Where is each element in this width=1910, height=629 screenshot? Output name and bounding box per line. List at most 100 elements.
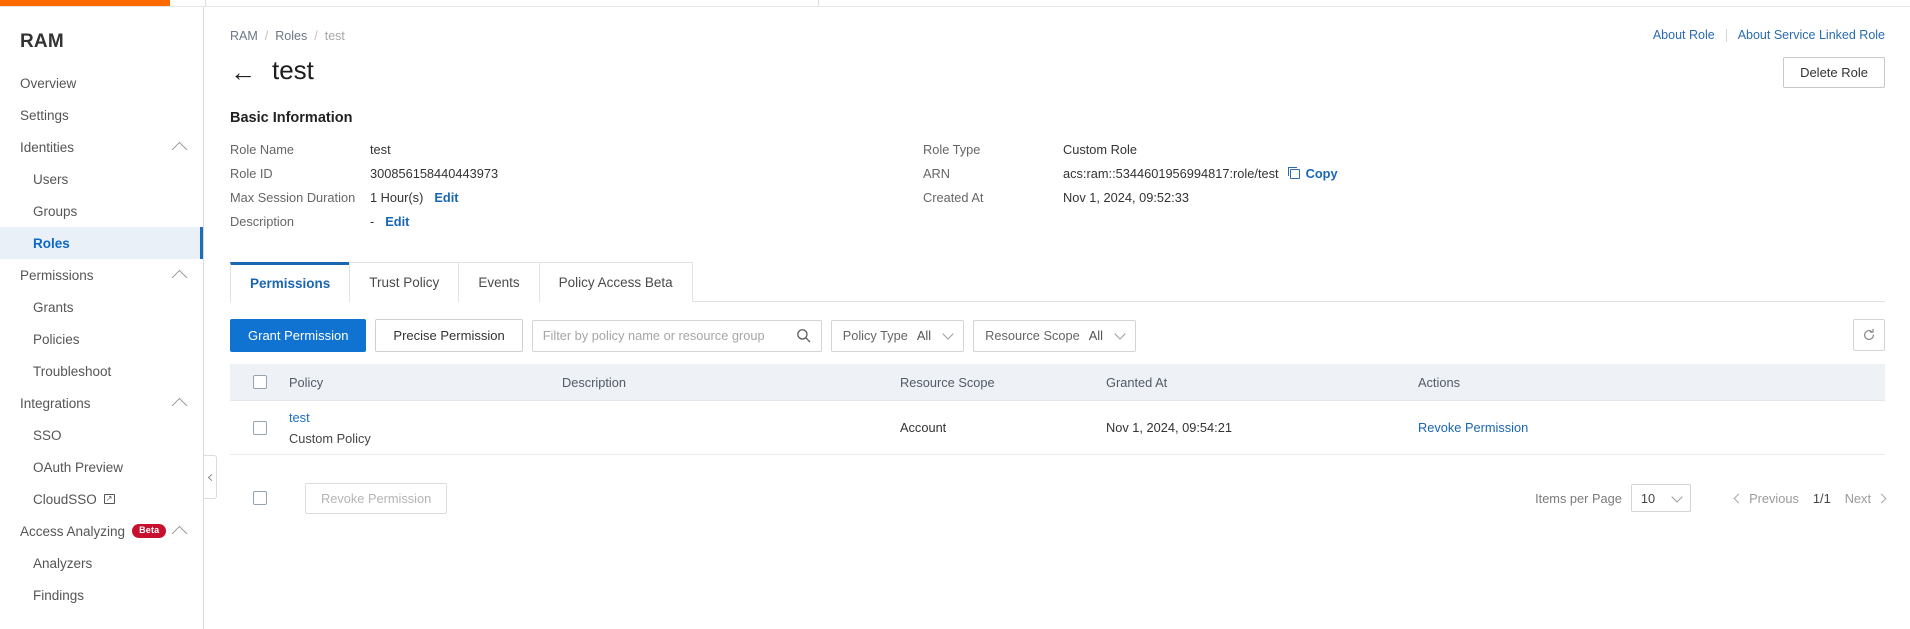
info-key: Role ID	[230, 166, 273, 182]
precise-permission-button[interactable]: Precise Permission	[375, 319, 523, 352]
row-checkbox[interactable]	[252, 420, 267, 435]
sidebar-item-access-analyzing[interactable]: Access Analyzing Beta	[0, 515, 203, 547]
edit-link[interactable]: Edit	[385, 214, 409, 229]
grant-permission-button[interactable]: Grant Permission	[230, 319, 367, 352]
chevron-up-icon[interactable]	[171, 397, 188, 413]
info-value: Custom Role	[1063, 142, 1137, 158]
sidebar-item-analyzers[interactable]: Analyzers	[0, 547, 203, 579]
sidebar-item-roles[interactable]: Roles	[0, 227, 203, 259]
policy-link[interactable]: test	[289, 410, 562, 425]
footer-select-all-checkbox[interactable]	[252, 491, 267, 505]
table-footer: Revoke Permission Items per Page 10 Prev…	[230, 475, 1887, 521]
sidebar-item-label: Users	[33, 171, 69, 187]
sidebar-item-integrations[interactable]: Integrations	[0, 387, 203, 419]
select-all-checkbox[interactable]	[252, 375, 267, 389]
delete-role-button[interactable]: Delete Role	[1783, 57, 1885, 88]
resource-scope-filter-value: All	[1088, 328, 1103, 343]
copy-icon[interactable]	[1287, 166, 1300, 179]
search-icon[interactable]	[787, 321, 821, 351]
chevron-left-icon	[1733, 493, 1744, 503]
sidebar-item-label-wrap: Policies	[33, 332, 80, 347]
info-value-wrap: Custom Role	[1063, 142, 1137, 157]
sidebar-item-cloudsso[interactable]: CloudSSO ↗	[0, 483, 203, 515]
sidebar-item-label-wrap: Permissions	[20, 268, 94, 283]
sidebar-item-settings[interactable]: Settings	[0, 99, 203, 131]
info-key: Max Session Duration	[230, 190, 356, 206]
sidebar-item-groups[interactable]: Groups	[0, 195, 203, 227]
back-arrow-icon[interactable]: ←	[230, 59, 256, 85]
chevron-up-icon[interactable]	[171, 141, 188, 157]
info-key: Role Name	[230, 142, 295, 158]
policy-type-filter[interactable]: Policy Type All	[830, 319, 965, 352]
items-per-page-label: Items per Page	[1535, 490, 1622, 506]
sidebar-item-label-wrap: Integrations	[20, 396, 91, 411]
info-row: Role ID 300856158440443973	[230, 162, 870, 186]
resource-scope-filter[interactable]: Resource Scope All	[973, 319, 1136, 352]
sidebar-item-label: CloudSSO	[33, 491, 97, 507]
tab-events[interactable]: Events	[458, 262, 540, 302]
bulk-revoke-permission-button[interactable]: Revoke Permission	[305, 482, 448, 514]
info-value-wrap: test	[370, 142, 391, 157]
sidebar-item-oauth-preview[interactable]: OAuth Preview	[0, 451, 203, 483]
sidebar-item-users[interactable]: Users	[0, 163, 203, 195]
sidebar-item-label-wrap: CloudSSO ↗	[33, 492, 115, 507]
sidebar-item-permissions[interactable]: Permissions	[0, 259, 203, 291]
tab-trust-policy[interactable]: Trust Policy	[349, 262, 460, 302]
sidebar-item-sso[interactable]: SSO	[0, 419, 203, 451]
sidebar-item-label: Integrations	[20, 395, 91, 411]
breadcrumb-separator: /	[264, 29, 269, 43]
sidebar-item-label: Troubleshoot	[33, 363, 112, 379]
sidebar-item-label: Roles	[33, 235, 70, 251]
next-page-label: Next	[1844, 490, 1871, 506]
edit-link[interactable]: Edit	[434, 190, 458, 205]
info-value: Nov 1, 2024, 09:52:33	[1063, 190, 1189, 206]
sidebar-item-label-wrap: Analyzers	[33, 556, 92, 571]
info-value: 1 Hour(s)	[370, 190, 424, 206]
info-value: test	[370, 142, 391, 158]
tab-label: Policy Access Beta	[558, 275, 673, 290]
column-header-description: Description	[562, 374, 627, 390]
sidebar-item-overview[interactable]: Overview	[0, 67, 203, 99]
basic-information-title: Basic Information	[230, 110, 353, 126]
sidebar-item-findings[interactable]: Findings	[0, 579, 203, 611]
items-per-page-select[interactable]: 10	[1630, 484, 1692, 512]
sidebar-collapse-handle[interactable]	[204, 455, 217, 499]
next-page-button[interactable]: Next	[1844, 490, 1887, 506]
search-input[interactable]	[532, 320, 787, 351]
tab-policy-access-beta[interactable]: Policy Access Beta	[538, 262, 693, 302]
cell-granted-at: Nov 1, 2024, 09:54:21	[1106, 420, 1232, 435]
revoke-permission-link[interactable]: Revoke Permission	[1418, 420, 1528, 435]
info-key: ARN	[923, 166, 951, 182]
cell-resource-scope: Account	[900, 420, 947, 435]
info-key: Description	[230, 214, 295, 230]
top-strip-divider-secondary	[818, 0, 819, 6]
sidebar-item-grants[interactable]: Grants	[0, 291, 203, 323]
breadcrumb-item-current: test	[324, 29, 345, 43]
sidebar-item-identities[interactable]: Identities	[0, 131, 203, 163]
tab-label: Trust Policy	[369, 275, 440, 290]
previous-page-button[interactable]: Previous	[1733, 491, 1799, 506]
sidebar-item-policies[interactable]: Policies	[0, 323, 203, 355]
refresh-button[interactable]	[1853, 319, 1885, 351]
sidebar-item-label-wrap: Settings	[20, 108, 69, 123]
info-value-wrap: acs:ram::5344601956994817:role/test Copy	[1063, 166, 1338, 181]
pager: Previous 1/1 Next	[1733, 490, 1887, 506]
about-role-link[interactable]: About Role	[1653, 28, 1715, 42]
tab-label: Events	[478, 275, 520, 290]
info-key: Created At	[923, 190, 984, 206]
copy-arn-link[interactable]: Copy	[1306, 166, 1338, 181]
info-row: Role Type Custom Role	[923, 138, 1623, 162]
about-service-linked-role-link[interactable]: About Service Linked Role	[1738, 28, 1885, 42]
column-header-granted-at: Granted At	[1106, 374, 1168, 390]
info-value-wrap: - Edit	[370, 214, 409, 229]
policy-type-filter-label: Policy Type	[842, 328, 908, 343]
chevron-up-icon[interactable]	[171, 269, 188, 285]
breadcrumb-item-ram[interactable]: RAM	[230, 29, 258, 43]
sidebar-item-troubleshoot[interactable]: Troubleshoot	[0, 355, 203, 387]
sidebar-item-label: Policies	[33, 331, 80, 347]
pagination: Items per Page 10 Previous 1/1 Next	[1535, 484, 1887, 512]
tab-permissions[interactable]: Permissions	[230, 262, 351, 302]
chevron-up-icon[interactable]	[171, 525, 188, 541]
breadcrumb-item-roles[interactable]: Roles	[275, 29, 307, 43]
breadcrumb-separator-2: /	[314, 29, 318, 43]
